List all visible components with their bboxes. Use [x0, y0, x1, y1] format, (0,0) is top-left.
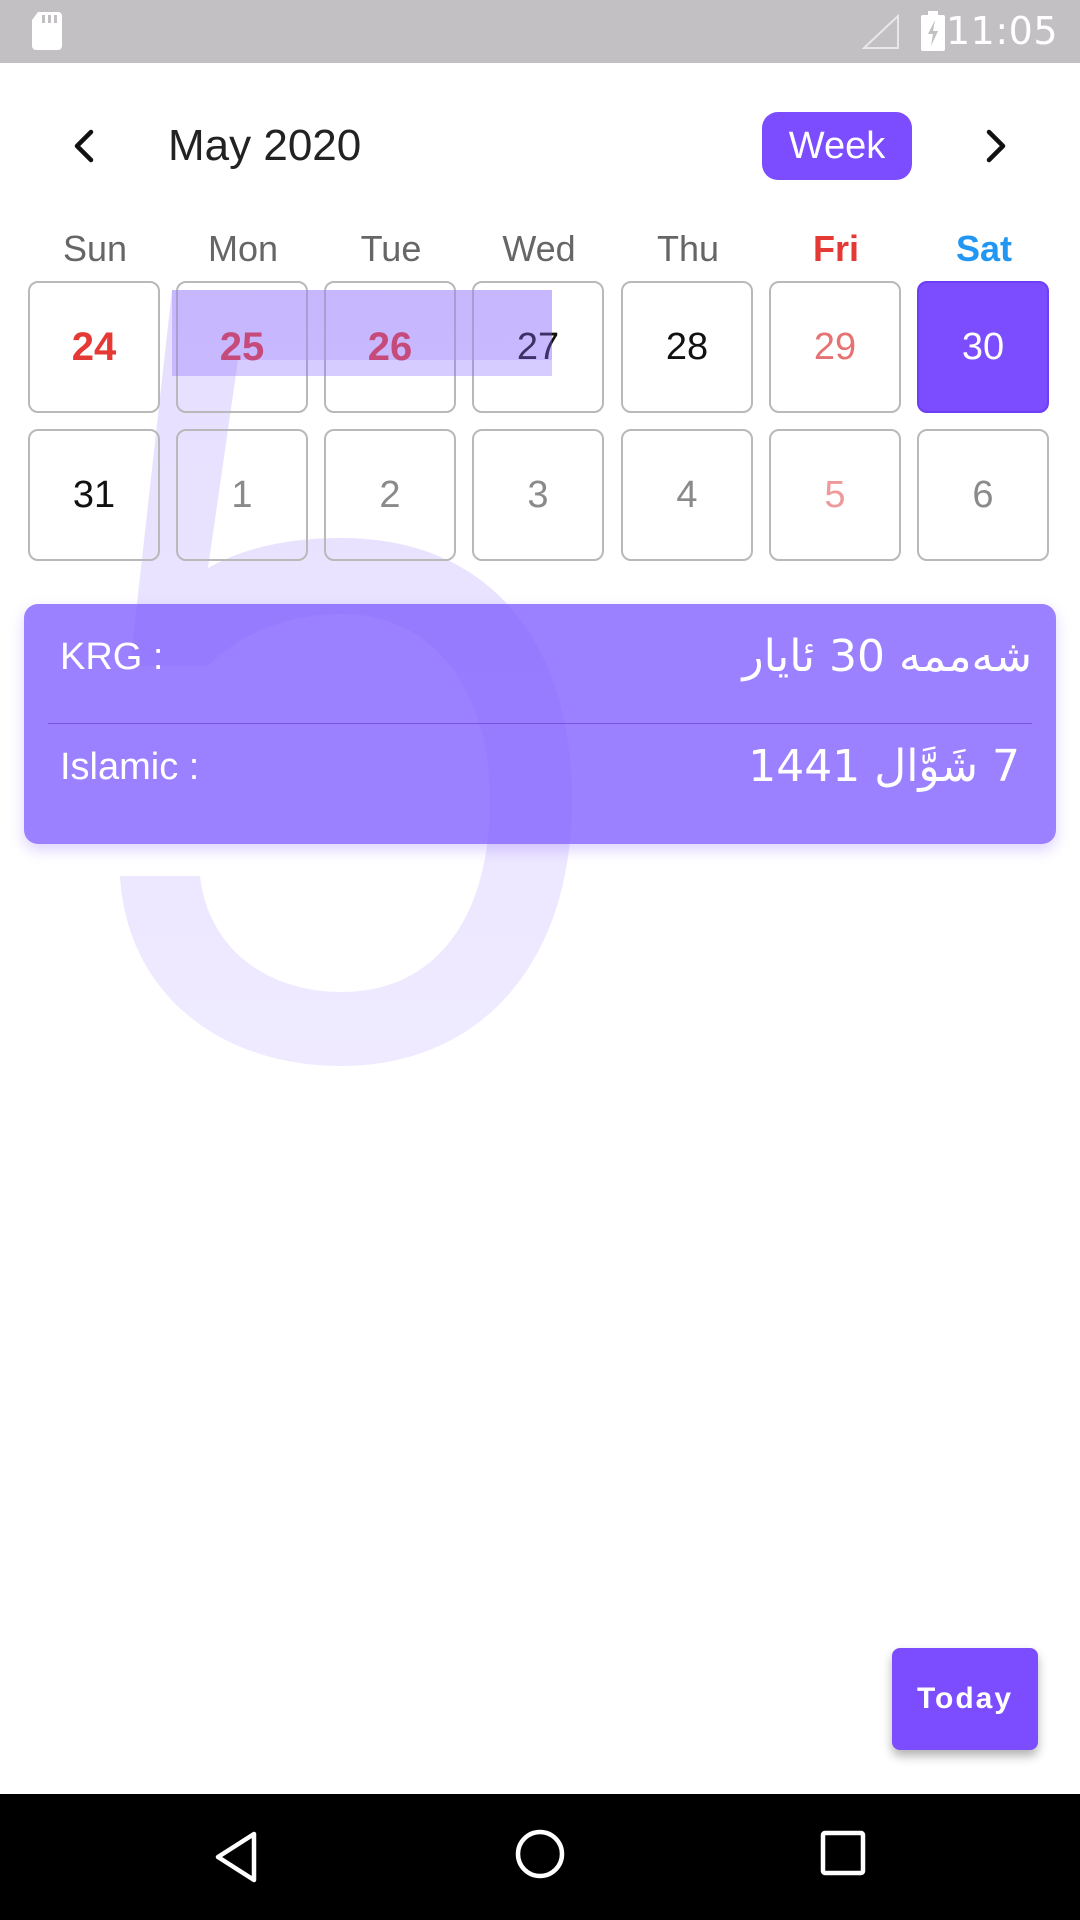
date-info-card: KRG : شەممە 30 ئایار Islamic : 7 شَوَّال…: [24, 604, 1056, 844]
day-cell[interactable]: 1: [176, 429, 308, 561]
weekday-sun: Sun: [62, 228, 128, 269]
weekday-sat: Sat: [955, 228, 1013, 269]
status-bar: 11:05: [0, 0, 1080, 63]
day-cell[interactable]: 27: [472, 281, 604, 413]
weekday-fri: Fri: [812, 228, 859, 269]
battery-charging-icon: [921, 11, 945, 51]
day-cell[interactable]: 25: [176, 281, 308, 413]
day-cell[interactable]: 2: [324, 429, 456, 561]
day-cell[interactable]: 6: [917, 429, 1049, 561]
day-cell[interactable]: 28: [621, 281, 753, 413]
weekday-mon: Mon: [207, 228, 279, 269]
krg-date-value: شەممە 30 ئایار: [742, 631, 1032, 682]
month-title: May 2020: [168, 121, 362, 170]
krg-date-row: KRG : شەممە 30 ئایار: [24, 604, 1056, 710]
status-time: 11:05: [945, 9, 1058, 53]
day-cell-selected[interactable]: 30: [917, 281, 1049, 413]
signal-icon: [862, 14, 899, 49]
day-cell[interactable]: 24: [28, 281, 160, 413]
back-icon[interactable]: [212, 1830, 260, 1884]
home-icon[interactable]: [514, 1828, 566, 1880]
day-cell[interactable]: 5: [769, 429, 901, 561]
islamic-date-value: 7 شَوَّال 1441: [748, 741, 1020, 792]
today-button[interactable]: Today: [892, 1648, 1038, 1750]
prev-month-button[interactable]: [56, 118, 112, 174]
islamic-date-row: Islamic : 7 شَوَّال 1441: [24, 714, 1056, 820]
sd-card-icon: [32, 12, 62, 50]
weekday-header: Sun Mon Tue Wed Thu Fri Sat: [27, 228, 1053, 276]
day-cell[interactable]: 3: [472, 429, 604, 561]
next-month-button[interactable]: [968, 118, 1024, 174]
day-cell[interactable]: 29: [769, 281, 901, 413]
chevron-left-icon: [74, 129, 94, 163]
weekday-tue: Tue: [360, 228, 422, 269]
view-toggle-button[interactable]: Week: [762, 112, 912, 180]
weekday-thu: Thu: [656, 228, 720, 269]
islamic-label: Islamic :: [60, 746, 200, 788]
system-nav-bar: [0, 1794, 1080, 1920]
recents-icon[interactable]: [820, 1830, 866, 1876]
day-cell[interactable]: 31: [28, 429, 160, 561]
weekday-wed: Wed: [502, 228, 576, 269]
chevron-right-icon: [986, 129, 1006, 163]
krg-label: KRG :: [60, 636, 164, 678]
day-cell[interactable]: 26: [324, 281, 456, 413]
day-cell[interactable]: 4: [621, 429, 753, 561]
